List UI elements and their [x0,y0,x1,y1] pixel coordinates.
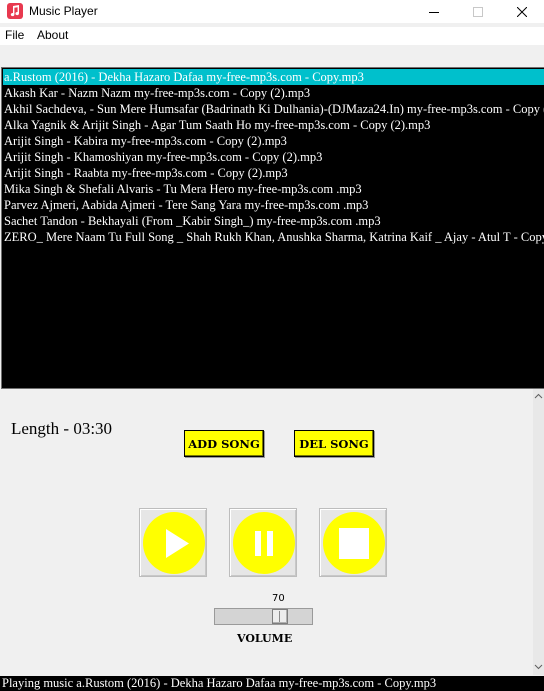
vertical-scrollbar[interactable] [533,389,544,675]
status-text: Playing music a.Rustom (2016) - Dekha Ha… [2,676,437,690]
minimize-button[interactable] [412,0,456,23]
minimize-icon [429,11,439,13]
volume-slider[interactable] [214,608,313,625]
add-song-button[interactable]: ADD SONG [184,430,264,457]
play-button[interactable] [139,508,207,577]
pause-button[interactable] [229,508,297,577]
stop-button[interactable] [319,508,387,577]
stop-icon [339,528,369,559]
delete-song-button[interactable]: DEL SONG [294,430,374,457]
scroll-up-icon[interactable] [533,389,544,405]
title-bar: Music Player [0,0,544,23]
song-item[interactable]: Arijit Singh - Raabta my-free-mp3s.com -… [3,165,544,181]
volume-label: VOLUME [237,632,293,645]
volume-value: 70 [272,593,285,604]
status-bar: Playing music a.Rustom (2016) - Dekha Ha… [0,676,544,691]
song-length-label: Length - 03:30 [11,419,113,438]
song-item[interactable]: Arijit Singh - Kabira my-free-mp3s.com -… [3,133,544,149]
song-item[interactable]: Arijit Singh - Khamoshiyan my-free-mp3s.… [3,149,544,165]
maximize-button[interactable] [456,0,500,23]
menu-bar: File About [0,27,544,45]
song-item[interactable]: a.Rustom (2016) - Dekha Hazaro Dafaa my-… [3,69,544,85]
song-item[interactable]: Alka Yagnik & Arijit Singh - Agar Tum Sa… [3,117,544,133]
window-title: Music Player [29,4,98,18]
song-item[interactable]: Akash Kar - Nazm Nazm my-free-mp3s.com -… [3,85,544,101]
song-item[interactable]: ZERO_ Mere Naam Tu Full Song _ Shah Rukh… [3,229,544,245]
menu-file[interactable]: File [5,28,24,42]
song-list[interactable]: a.Rustom (2016) - Dekha Hazaro Dafaa my-… [1,67,544,389]
maximize-icon [473,6,483,17]
volume-slider-thumb[interactable] [272,609,288,624]
song-item[interactable]: Sachet Tandon - Bekhayali (From _Kabir S… [3,213,544,229]
close-button[interactable] [500,0,544,23]
song-item[interactable]: Akhil Sachdeva, - Sun Mere Humsafar (Bad… [3,101,544,117]
scroll-down-icon[interactable] [533,659,544,675]
pause-icon [255,531,273,556]
close-icon [517,6,527,17]
play-icon [166,529,189,558]
music-note-icon [7,3,23,19]
song-item[interactable]: Mika Singh & Shefali Alvaris - Tu Mera H… [3,181,544,197]
song-item[interactable]: Parvez Ajmeri, Aabida Ajmeri - Tere Sang… [3,197,544,213]
menu-about[interactable]: About [37,28,68,42]
